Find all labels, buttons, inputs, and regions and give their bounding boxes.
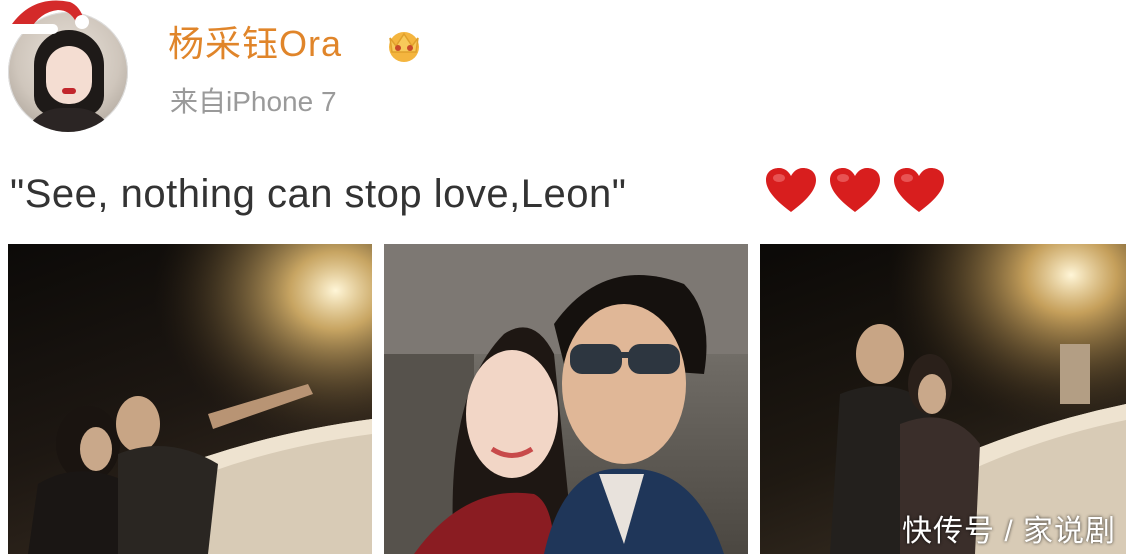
heart-icon — [894, 168, 944, 212]
avatar-body — [22, 108, 116, 132]
photo-night-selfie-1-image — [8, 244, 372, 554]
santa-hat-icon — [6, 0, 89, 34]
vip-crown-badge-icon — [389, 32, 419, 62]
photo-couple-selfie[interactable] — [384, 244, 748, 554]
avatar-lips — [62, 88, 76, 94]
heart-icon — [766, 168, 816, 212]
post-source: 来自iPhone 7 — [170, 86, 337, 117]
avatar-face — [46, 46, 92, 104]
heart-icon — [830, 168, 880, 212]
photo-couple-selfie-image — [384, 244, 748, 554]
heart-emoji-row — [764, 166, 946, 214]
photo-night-selfie-1[interactable] — [8, 244, 372, 554]
username[interactable]: 杨采钰Ora — [168, 22, 342, 66]
watermark: 快传号 / 家说剧 — [901, 515, 1116, 548]
post-text: "See, nothing can stop love,Leon" — [10, 172, 627, 216]
